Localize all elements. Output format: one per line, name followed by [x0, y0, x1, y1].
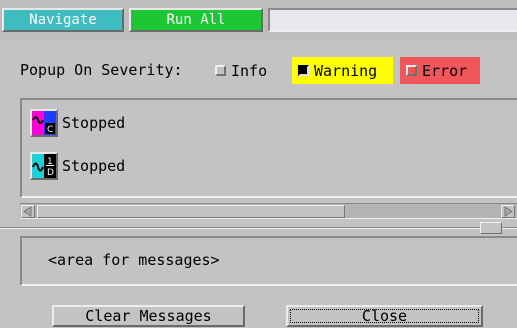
scroll-right-icon[interactable] [501, 205, 515, 218]
process-row[interactable]: C Stopped [30, 108, 125, 138]
run-all-button[interactable]: Run All [129, 8, 263, 32]
message-placeholder: <area for messages> [48, 251, 220, 269]
popup-severity-label: Popup On Severity: [20, 61, 183, 79]
popup-severity-row: Popup On Severity: Info Warning Error [0, 56, 517, 84]
severity-info-toggle[interactable]: Info [209, 57, 273, 84]
horizontal-scrollbar[interactable] [20, 203, 517, 219]
bottom-button-bar: Clear Messages Close [0, 298, 517, 328]
pane-divider-highlight [0, 228, 517, 229]
process-list: C Stopped 1 D Stopped [20, 98, 517, 198]
process-control-window: Navigate Run All Popup On Severity: Info… [0, 0, 517, 328]
navigate-button[interactable]: Navigate [2, 8, 124, 32]
scroll-left-icon[interactable] [21, 205, 35, 218]
process-1d-icon[interactable]: 1 D [30, 152, 58, 180]
message-area[interactable]: <area for messages> [20, 236, 517, 286]
clear-messages-button[interactable]: Clear Messages [52, 305, 245, 327]
severity-error-label: Error [422, 61, 468, 80]
close-button[interactable]: Close [286, 305, 483, 327]
process-status: Stopped [62, 114, 126, 132]
process-status: Stopped [62, 157, 126, 175]
status-field[interactable] [268, 8, 517, 32]
severity-error-toggle[interactable]: Error [400, 57, 480, 84]
process-row[interactable]: 1 D Stopped [30, 151, 125, 181]
checkbox-checked-icon [298, 65, 309, 76]
checkbox-icon [406, 65, 417, 76]
signal-source-icon[interactable]: C [30, 109, 58, 137]
severity-info-label: Info [231, 61, 268, 80]
toolbar: Navigate Run All [0, 0, 517, 40]
svg-text:D: D [47, 168, 54, 178]
scrollbar-thumb[interactable] [37, 205, 345, 218]
severity-warning-label: Warning [314, 61, 378, 80]
severity-warning-toggle[interactable]: Warning [292, 57, 393, 84]
pane-sash-handle[interactable] [480, 222, 502, 234]
checkbox-icon [215, 65, 226, 76]
svg-text:C: C [47, 125, 53, 135]
